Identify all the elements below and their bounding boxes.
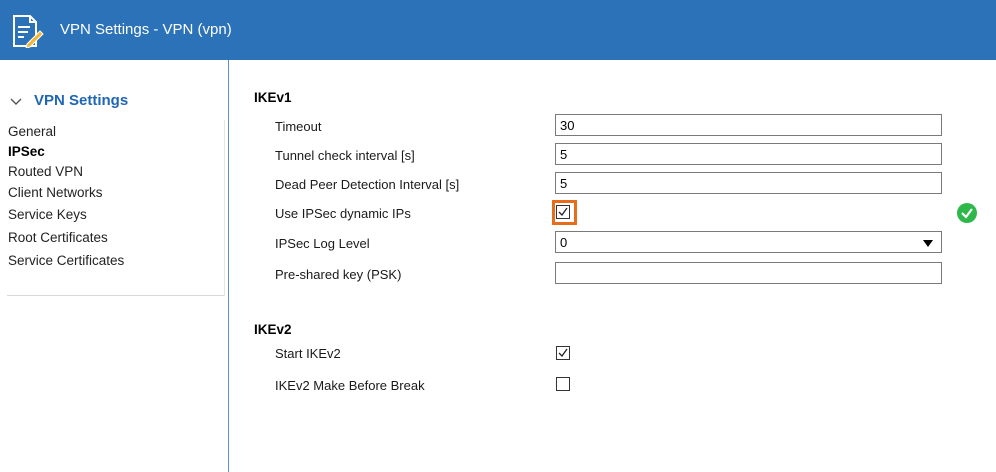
checkmark-icon bbox=[558, 207, 568, 217]
chevron-down-icon bbox=[10, 98, 22, 105]
dropdown-arrow-icon bbox=[923, 240, 933, 247]
dpd-interval-input[interactable] bbox=[555, 172, 942, 194]
log-level-select[interactable]: 0 bbox=[555, 231, 942, 253]
sidebar-section-title: VPN Settings bbox=[34, 92, 129, 109]
psk-label: Pre-shared key (PSK) bbox=[275, 267, 402, 282]
start-ikev2-checkbox[interactable] bbox=[556, 346, 570, 360]
sidebar-nav-list: General IPSec Routed VPN Client Networks… bbox=[7, 120, 225, 296]
ikev2-heading: IKEv2 bbox=[254, 322, 292, 337]
valid-check-icon bbox=[957, 203, 977, 223]
log-level-label: IPSec Log Level bbox=[275, 236, 370, 251]
title-bar: VPN Settings - VPN (vpn) bbox=[0, 0, 996, 60]
tunnel-check-input[interactable] bbox=[555, 143, 942, 165]
settings-panel: IKEv1 Timeout Tunnel check interval [s] … bbox=[229, 60, 996, 472]
sidebar-item-root-certificates[interactable]: Root Certificates bbox=[8, 227, 108, 249]
document-edit-icon bbox=[13, 15, 44, 48]
psk-input[interactable] bbox=[555, 262, 942, 284]
sidebar-item-service-keys[interactable]: Service Keys bbox=[8, 204, 87, 226]
checkmark-icon bbox=[558, 348, 568, 358]
log-level-value: 0 bbox=[560, 235, 568, 250]
timeout-input[interactable] bbox=[555, 114, 942, 136]
dynamic-ips-checkbox[interactable] bbox=[556, 205, 570, 219]
start-ikev2-label: Start IKEv2 bbox=[275, 346, 341, 361]
window-title: VPN Settings - VPN (vpn) bbox=[60, 21, 232, 38]
sidebar-item-service-certificates[interactable]: Service Certificates bbox=[8, 250, 124, 272]
timeout-label: Timeout bbox=[275, 119, 322, 134]
sidebar-item-general[interactable]: General bbox=[8, 121, 56, 143]
dpd-interval-label: Dead Peer Detection Interval [s] bbox=[275, 177, 460, 192]
sidebar-item-ipsec[interactable]: IPSec bbox=[8, 141, 45, 163]
make-before-break-checkbox[interactable] bbox=[556, 377, 570, 391]
dynamic-ips-label: Use IPSec dynamic IPs bbox=[275, 206, 411, 221]
sidebar-item-routed-vpn[interactable]: Routed VPN bbox=[8, 161, 83, 183]
make-before-break-label: IKEv2 Make Before Break bbox=[275, 378, 425, 393]
ikev1-heading: IKEv1 bbox=[254, 90, 292, 105]
tunnel-check-label: Tunnel check interval [s] bbox=[275, 148, 415, 163]
sidebar: VPN Settings General IPSec Routed VPN Cl… bbox=[0, 60, 229, 472]
sidebar-item-client-networks[interactable]: Client Networks bbox=[8, 182, 103, 204]
